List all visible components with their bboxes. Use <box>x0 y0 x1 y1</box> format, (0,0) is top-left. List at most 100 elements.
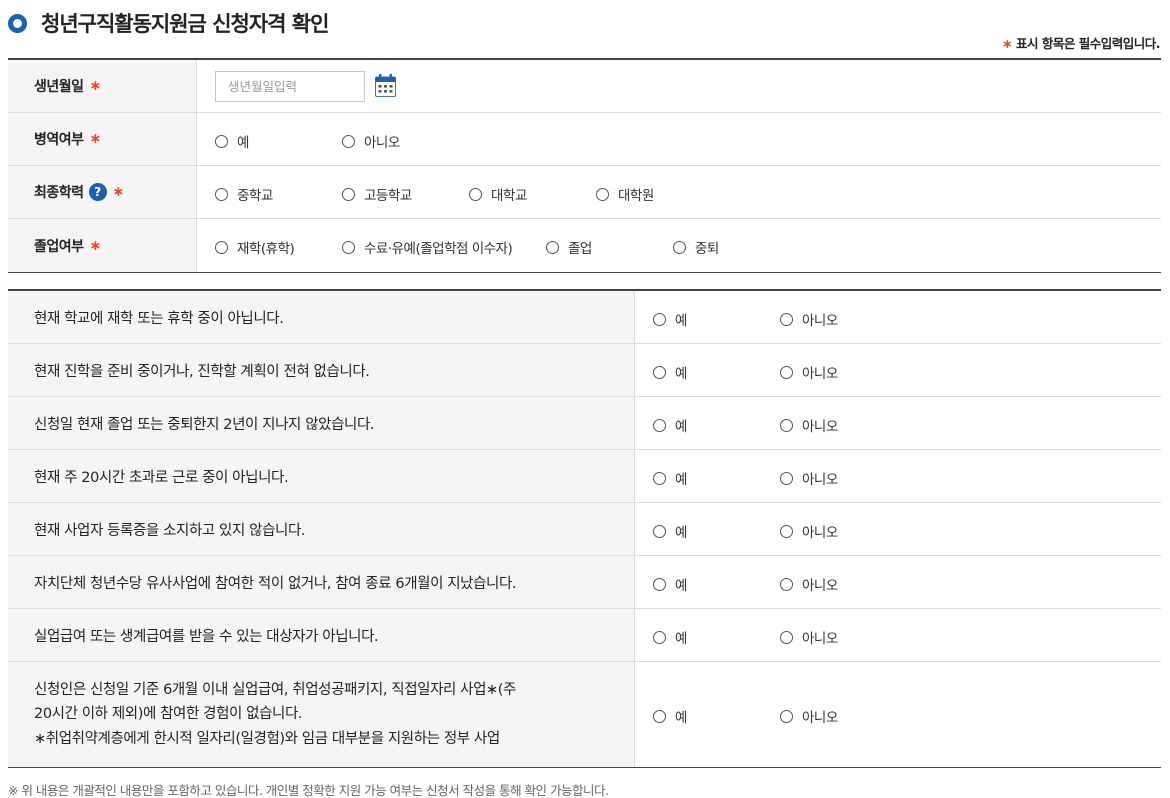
question-row: 현재 진학을 준비 중이거나, 진학할 계획이 전혀 없습니다. 예 아니오 <box>8 344 1161 397</box>
question-options: 예 아니오 <box>635 662 1161 767</box>
question-line: 신청인은 신청일 기준 6개월 이내 실업급여, 취업성공패키지, 직접일자리 … <box>34 681 517 698</box>
radio-circle-icon[interactable] <box>342 187 355 201</box>
question-text: 신청일 현재 졸업 또는 중퇴한지 2년이 지나지 않았습니다. <box>8 397 635 449</box>
question-no-radio[interactable]: 아니오 <box>780 362 838 382</box>
military-row: 병역여부 ∗ 예 아니오 <box>8 113 1161 166</box>
question-options: 예 아니오 <box>635 609 1161 661</box>
question-no-radio[interactable]: 아니오 <box>780 574 838 594</box>
question-no-radio[interactable]: 아니오 <box>780 415 838 435</box>
graduation-enrolled-radio[interactable]: 재학(휴학) <box>215 237 295 257</box>
footnote: ※ 위 내용은 개괄적인 내용만을 포함하고 있습니다. 개인별 정확한 지원 … <box>8 783 609 798</box>
radio-circle-icon[interactable] <box>780 577 793 591</box>
question-no-radio[interactable]: 아니오 <box>780 706 838 726</box>
radio-circle-icon[interactable] <box>342 134 355 148</box>
question-text: 신청인은 신청일 기준 6개월 이내 실업급여, 취업성공패키지, 직접일자리 … <box>8 662 635 767</box>
required-star-icon: ∗ <box>89 237 102 254</box>
required-note: ∗ 표시 항목은 필수입력입니다. <box>1002 33 1160 52</box>
question-no-radio[interactable]: 아니오 <box>780 309 838 329</box>
question-yes-radio[interactable]: 예 <box>653 309 687 329</box>
required-star-icon: ∗ <box>89 78 102 94</box>
question-row: 현재 사업자 등록증을 소지하고 있지 않습니다. 예 아니오 <box>8 503 1161 556</box>
radio-circle-icon[interactable] <box>653 418 666 432</box>
radio-circle-icon[interactable] <box>653 709 666 723</box>
radio-circle-icon[interactable] <box>469 187 482 201</box>
question-options: 예 아니오 <box>635 556 1161 608</box>
radio-circle-icon[interactable] <box>215 240 228 254</box>
question-no-radio[interactable]: 아니오 <box>780 521 838 541</box>
radio-circle-icon[interactable] <box>780 312 793 326</box>
radio-circle-icon[interactable] <box>780 709 793 723</box>
birth-row: 생년월일 ∗ <box>8 60 1161 113</box>
education-label-cell: 최종학력 ? ∗ <box>8 166 197 218</box>
question-row: 신청일 현재 졸업 또는 중퇴한지 2년이 지나지 않았습니다. 예 아니오 <box>8 397 1161 450</box>
question-row: 신청인은 신청일 기준 6개월 이내 실업급여, 취업성공패키지, 직접일자리 … <box>8 662 1161 767</box>
graduation-label: 졸업여부 <box>34 238 84 255</box>
radio-circle-icon[interactable] <box>780 418 793 432</box>
graduation-row: 졸업여부 ∗ 재학(휴학) 수료·유예(졸업학점 이수자) 졸업 중퇴 <box>8 219 1161 272</box>
graduation-completed-radio[interactable]: 수료·유예(졸업학점 이수자) <box>342 237 513 257</box>
radio-circle-icon[interactable] <box>673 240 686 254</box>
radio-circle-icon[interactable] <box>596 187 609 201</box>
radio-circle-icon[interactable] <box>653 630 666 644</box>
military-label: 병역여부 <box>34 132 84 148</box>
military-options: 예 아니오 <box>197 113 1161 165</box>
radio-circle-icon[interactable] <box>653 524 666 538</box>
question-options: 예 아니오 <box>635 291 1161 343</box>
birth-date-input[interactable] <box>215 71 365 102</box>
calendar-icon[interactable] <box>375 74 396 97</box>
question-multiline: 신청인은 신청일 기준 6개월 이내 실업급여, 취업성공패키지, 직접일자리 … <box>34 678 516 752</box>
question-yes-radio[interactable]: 예 <box>653 574 687 594</box>
education-options: 중학교 고등학교 대학교 대학원 <box>197 166 1161 218</box>
education-label: 최종학력 <box>34 185 84 201</box>
question-yes-radio[interactable]: 예 <box>653 627 687 647</box>
question-options: 예 아니오 <box>635 450 1161 502</box>
question-row: 자치단체 청년수당 유사사업에 참여한 적이 없거나, 참여 종료 6개월이 지… <box>8 556 1161 609</box>
radio-circle-icon[interactable] <box>342 240 355 254</box>
education-high-radio[interactable]: 고등학교 <box>342 184 412 204</box>
question-yes-radio[interactable]: 예 <box>653 362 687 382</box>
question-no-radio[interactable]: 아니오 <box>780 627 838 647</box>
education-row: 최종학력 ? ∗ 중학교 고등학교 대학교 대학원 <box>8 166 1161 219</box>
question-text: 현재 주 20시간 초과로 근로 중이 아닙니다. <box>8 450 635 502</box>
question-row: 현재 학교에 재학 또는 휴학 중이 아닙니다. 예 아니오 <box>8 291 1161 344</box>
basic-info-table: 생년월일 ∗ 병역여부 ∗ 예 아니오 <box>8 58 1161 273</box>
required-star-icon: ∗ <box>112 184 125 200</box>
title-bullet-icon <box>8 13 27 33</box>
question-text: 현재 진학을 준비 중이거나, 진학할 계획이 전혀 없습니다. <box>8 344 635 396</box>
radio-circle-icon[interactable] <box>653 471 666 485</box>
question-yes-radio[interactable]: 예 <box>653 468 687 488</box>
birth-value-cell <box>197 60 1161 112</box>
radio-circle-icon[interactable] <box>215 187 228 201</box>
required-star-icon: ∗ <box>1002 36 1013 51</box>
radio-circle-icon[interactable] <box>653 365 666 379</box>
radio-circle-icon[interactable] <box>780 365 793 379</box>
question-text: 자치단체 청년수당 유사사업에 참여한 적이 없거나, 참여 종료 6개월이 지… <box>8 556 635 608</box>
page-header: 청년구직활동지원금 신청자격 확인 <box>8 9 329 37</box>
education-university-radio[interactable]: 대학교 <box>469 184 527 204</box>
radio-circle-icon[interactable] <box>546 240 559 254</box>
radio-circle-icon[interactable] <box>780 471 793 485</box>
education-graduate-radio[interactable]: 대학원 <box>596 184 654 204</box>
radio-circle-icon[interactable] <box>780 524 793 538</box>
question-options: 예 아니오 <box>635 397 1161 449</box>
question-footnote-line: ∗취업취약계층에게 한시적 일자리(일경험)와 임금 대부분을 지원하는 정부 … <box>34 730 500 747</box>
graduation-dropout-radio[interactable]: 중퇴 <box>673 237 719 257</box>
military-no-radio[interactable]: 아니오 <box>342 131 400 151</box>
graduation-label-cell: 졸업여부 ∗ <box>8 219 197 272</box>
question-yes-radio[interactable]: 예 <box>653 521 687 541</box>
radio-circle-icon[interactable] <box>653 577 666 591</box>
question-text: 현재 사업자 등록증을 소지하고 있지 않습니다. <box>8 503 635 555</box>
required-star-icon: ∗ <box>89 131 102 147</box>
radio-circle-icon[interactable] <box>780 630 793 644</box>
question-yes-radio[interactable]: 예 <box>653 415 687 435</box>
military-yes-radio[interactable]: 예 <box>215 131 249 151</box>
radio-circle-icon[interactable] <box>215 134 228 148</box>
question-yes-radio[interactable]: 예 <box>653 706 687 726</box>
help-icon[interactable]: ? <box>88 183 107 201</box>
radio-circle-icon[interactable] <box>653 312 666 326</box>
education-middle-radio[interactable]: 중학교 <box>215 184 273 204</box>
military-label-cell: 병역여부 ∗ <box>8 113 197 165</box>
question-no-radio[interactable]: 아니오 <box>780 468 838 488</box>
question-options: 예 아니오 <box>635 344 1161 396</box>
graduation-graduated-radio[interactable]: 졸업 <box>546 237 592 257</box>
